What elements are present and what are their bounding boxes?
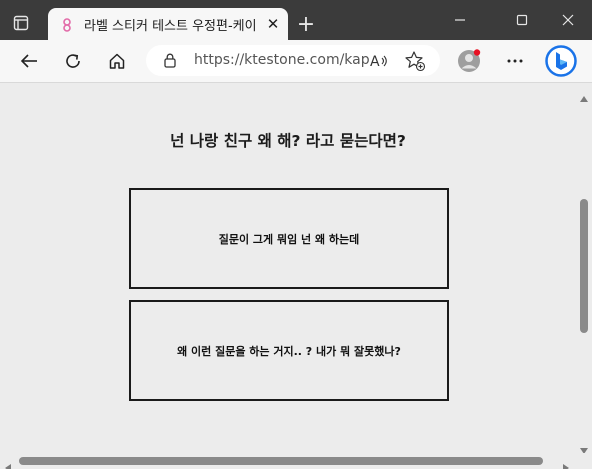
scroll-up-arrow-icon[interactable] [580, 87, 588, 106]
more-menu-icon[interactable] [500, 46, 530, 76]
page-content: 넌 나랑 친구 왜 해? 라고 묻는다면? 질문이 그게 뭐임 넌 왜 하는데 … [0, 83, 576, 453]
answer-option-1[interactable]: 질문이 그게 뭐임 넌 왜 하는데 [129, 188, 449, 289]
vertical-scrollbar[interactable] [576, 83, 592, 454]
maximize-icon[interactable] [508, 6, 536, 34]
site-favicon-icon [61, 17, 73, 32]
tab-title: 라벨 스티커 테스트 우정편-케이 [84, 19, 256, 34]
new-tab-button[interactable]: + [294, 12, 318, 37]
horizontal-scroll-thumb[interactable] [19, 457, 543, 465]
svg-text:A: A [370, 54, 380, 70]
tab-actions-icon[interactable] [8, 10, 34, 36]
answer-option-2[interactable]: 왜 이런 질문을 하는 거지.. ? 내가 뭐 잘못했나? [129, 300, 449, 401]
tab-active[interactable]: 라벨 스티커 테스트 우정편-케이 ✕ [48, 8, 288, 40]
question-heading: 넌 나랑 친구 왜 해? 라고 묻는다면? [170, 132, 406, 150]
close-window-icon[interactable] [554, 6, 582, 34]
bing-copilot-icon[interactable] [544, 44, 578, 78]
scroll-left-arrow-icon[interactable] [5, 457, 11, 469]
lock-icon[interactable] [164, 53, 176, 72]
horizontal-scrollbar[interactable] [0, 453, 592, 469]
profile-avatar[interactable] [454, 46, 484, 76]
add-favorite-icon[interactable] [404, 50, 426, 72]
tab-strip: 라벨 스티커 테스트 우정편-케이 ✕ + [0, 0, 592, 40]
tab-close-icon[interactable]: ✕ [264, 15, 282, 33]
browser-toolbar: https://ktestone.com/kap A [0, 40, 592, 83]
read-aloud-icon[interactable]: A [368, 50, 390, 72]
vertical-scroll-thumb[interactable] [580, 199, 588, 333]
browser-window: 라벨 스티커 테스트 우정편-케이 ✕ + https://ktestone.c… [0, 0, 592, 469]
refresh-icon[interactable] [58, 46, 88, 76]
home-icon[interactable] [102, 46, 132, 76]
address-url[interactable]: https://ktestone.com/kap [194, 52, 370, 68]
minimize-icon[interactable] [446, 6, 474, 34]
address-bar[interactable]: https://ktestone.com/kap A [146, 45, 440, 76]
scroll-right-arrow-icon[interactable] [563, 457, 569, 469]
back-icon[interactable] [14, 46, 44, 76]
